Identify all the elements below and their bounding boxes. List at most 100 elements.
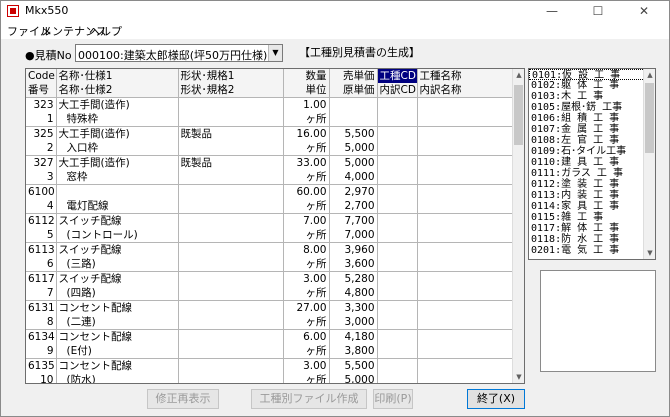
- cell-no[interactable]: 9: [26, 344, 57, 359]
- cell-empty[interactable]: [377, 286, 418, 301]
- cell-name1[interactable]: スイッチ配線: [56, 242, 179, 257]
- cell-empty[interactable]: [417, 344, 515, 359]
- table-row[interactable]: 6135 コンセント配線 3.00 5,500: [26, 358, 515, 373]
- table-row[interactable]: 6113 スイッチ配線 8.00 3,960: [26, 242, 515, 257]
- cell-name2[interactable]: 窓枠: [56, 170, 179, 185]
- cell-empty[interactable]: [417, 126, 515, 141]
- list-item[interactable]: 0115:雑 工 事: [529, 212, 655, 223]
- cell-shape1[interactable]: [178, 184, 284, 199]
- cell-code[interactable]: 6134: [26, 329, 57, 344]
- list-item[interactable]: 0201:電 気 工 事: [529, 245, 655, 256]
- cell-name1[interactable]: 大工手間(造作): [56, 97, 179, 112]
- cell-shape1[interactable]: 既製品: [178, 155, 284, 170]
- cell-code[interactable]: 6100: [26, 184, 57, 199]
- cell-empty[interactable]: [417, 184, 515, 199]
- cell-name2[interactable]: (二連): [56, 315, 179, 330]
- worktype-scroll-thumb[interactable]: [645, 83, 654, 153]
- cell-qty[interactable]: 33.00: [283, 155, 330, 170]
- cell-cost[interactable]: 2,700: [329, 199, 378, 214]
- cell-name2[interactable]: (E付): [56, 344, 179, 359]
- cell-empty[interactable]: [417, 300, 515, 315]
- cell-name2[interactable]: 入口枠: [56, 141, 179, 156]
- cell-qty[interactable]: 6.00: [283, 329, 330, 344]
- cell-cost[interactable]: 4,800: [329, 286, 378, 301]
- cell-shape2[interactable]: [178, 112, 284, 127]
- cell-shape2[interactable]: [178, 228, 284, 243]
- cell-sell[interactable]: [329, 97, 378, 112]
- minimize-button[interactable]: —: [529, 1, 575, 21]
- cell-no[interactable]: 4: [26, 199, 57, 214]
- cell-cost[interactable]: [329, 112, 378, 127]
- cell-empty[interactable]: [417, 97, 515, 112]
- cell-name2[interactable]: (防水): [56, 373, 179, 383]
- table-row[interactable]: 4 電灯配線 ヶ所 2,700: [26, 199, 515, 214]
- worktype-list[interactable]: 0101:仮 設 工 事 0102:躯 体 工 事 0103:木 工 事 0105:屋…: [528, 68, 656, 260]
- cell-empty[interactable]: [377, 315, 418, 330]
- table-row[interactable]: 1 特殊枠 ヶ所: [26, 112, 515, 127]
- table-row[interactable]: 325 大工手間(造作) 既製品 16.00 5,500: [26, 126, 515, 141]
- cell-empty[interactable]: [417, 112, 515, 127]
- cell-qty[interactable]: 7.00: [283, 213, 330, 228]
- list-item[interactable]: 0108:左 官 工 事: [529, 135, 655, 146]
- cell-sell[interactable]: 5,000: [329, 155, 378, 170]
- cell-unit[interactable]: ヶ所: [283, 257, 330, 272]
- cell-empty[interactable]: [377, 141, 418, 156]
- cell-no[interactable]: 10: [26, 373, 57, 383]
- cell-empty[interactable]: [417, 213, 515, 228]
- list-item[interactable]: 0105:屋根･錺 工事: [529, 102, 655, 113]
- maximize-button[interactable]: ☐: [575, 1, 621, 21]
- cell-sell[interactable]: 4,180: [329, 329, 378, 344]
- cell-sell[interactable]: 5,280: [329, 271, 378, 286]
- table-row[interactable]: 3 窓枠 ヶ所 4,000: [26, 170, 515, 185]
- memo-box[interactable]: [540, 270, 656, 372]
- cell-shape1[interactable]: [178, 97, 284, 112]
- cell-code[interactable]: 6131: [26, 300, 57, 315]
- grid-scrollbar[interactable]: ▲ ▼: [512, 69, 524, 383]
- header-worktype-cd[interactable]: 工種CD: [377, 69, 418, 83]
- cell-unit[interactable]: ヶ所: [283, 286, 330, 301]
- cell-shape1[interactable]: [178, 358, 284, 373]
- cell-shape2[interactable]: [178, 286, 284, 301]
- cell-sell[interactable]: 3,960: [329, 242, 378, 257]
- cell-empty[interactable]: [377, 373, 418, 383]
- cell-name1[interactable]: スイッチ配線: [56, 213, 179, 228]
- list-item[interactable]: 0110:建 具 工 事: [529, 157, 655, 168]
- cell-cost[interactable]: 3,000: [329, 315, 378, 330]
- list-item[interactable]: 0106:組 積 工 事: [529, 113, 655, 124]
- cell-qty[interactable]: 3.00: [283, 358, 330, 373]
- cell-shape2[interactable]: [178, 199, 284, 214]
- list-item[interactable]: 0103:木 工 事: [529, 91, 655, 102]
- table-row[interactable]: 7 (四路) ヶ所 4,800: [26, 286, 515, 301]
- cell-shape2[interactable]: [178, 373, 284, 383]
- cell-qty[interactable]: 1.00: [283, 97, 330, 112]
- cell-cost[interactable]: 3,600: [329, 257, 378, 272]
- list-item[interactable]: 0117:解 体 工 事: [529, 223, 655, 234]
- estimate-select[interactable]: 000100:建築太郎様邸(坪50万円仕様) ▼: [75, 44, 283, 62]
- cell-name1[interactable]: コンセント配線: [56, 300, 179, 315]
- cell-code[interactable]: 6113: [26, 242, 57, 257]
- cell-empty[interactable]: [377, 242, 418, 257]
- cell-name2[interactable]: 特殊枠: [56, 112, 179, 127]
- cell-shape1[interactable]: [178, 271, 284, 286]
- cell-unit[interactable]: ヶ所: [283, 315, 330, 330]
- cell-empty[interactable]: [377, 97, 418, 112]
- cell-name2[interactable]: (三路): [56, 257, 179, 272]
- cell-cost[interactable]: 5,000: [329, 373, 378, 383]
- list-item[interactable]: 0114:家 具 工 事: [529, 201, 655, 212]
- cell-qty[interactable]: 60.00: [283, 184, 330, 199]
- table-row[interactable]: 6134 コンセント配線 6.00 4,180: [26, 329, 515, 344]
- cell-shape1[interactable]: [178, 329, 284, 344]
- scroll-up-icon[interactable]: ▲: [513, 69, 524, 81]
- list-item[interactable]: 0118:防 水 工 事: [529, 234, 655, 245]
- cell-unit[interactable]: ヶ所: [283, 344, 330, 359]
- cell-name2[interactable]: (四路): [56, 286, 179, 301]
- cell-empty[interactable]: [417, 373, 515, 383]
- table-row[interactable]: 6131 コンセント配線 27.00 3,300: [26, 300, 515, 315]
- table-row[interactable]: 6100 60.00 2,970: [26, 184, 515, 199]
- cell-no[interactable]: 2: [26, 141, 57, 156]
- table-row[interactable]: 323 大工手間(造作) 1.00: [26, 97, 515, 112]
- estimate-grid[interactable]: Code 名称･仕様1 形状･規格1 数量 売単価 工種CD 工種名称 番号 名…: [25, 68, 525, 384]
- cell-shape2[interactable]: [178, 170, 284, 185]
- scroll-up-icon[interactable]: ▲: [644, 69, 655, 81]
- list-item[interactable]: 0102:躯 体 工 事: [529, 80, 655, 91]
